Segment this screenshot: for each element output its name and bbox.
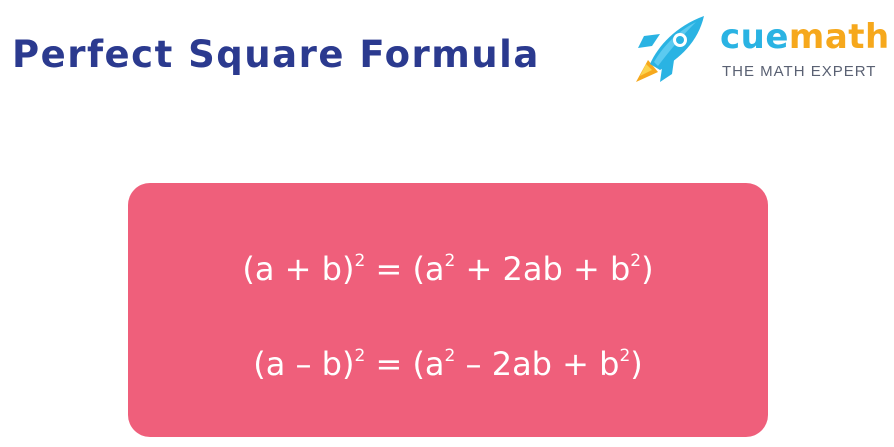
formula-difference-square: (a – b)2 = (a2 – 2ab + b2) (128, 345, 768, 383)
exponent: 2 (444, 346, 456, 366)
brand-name-cue: cue (720, 17, 789, 57)
exponent: 2 (630, 251, 642, 271)
exponent: 2 (354, 346, 366, 366)
formula-rhs-mid: – 2ab + b (465, 345, 620, 383)
exponent: 2 (444, 251, 456, 271)
exponent: 2 (619, 346, 631, 366)
brand-name-math: math (788, 17, 890, 57)
cuemath-logo: cuemath THE MATH EXPERT (630, 12, 889, 88)
formula-rhs-mid: + 2ab + b (465, 250, 631, 288)
formula-sum-square: (a + b)2 = (a2 + 2ab + b2) (128, 250, 768, 288)
exponent: 2 (354, 251, 366, 271)
formula-rhs-close: ) (630, 345, 643, 383)
formula-lhs: (a – b) (253, 345, 355, 383)
page: Perfect Square Formula cuemath THE MATH … (0, 0, 894, 447)
formula-card: (a + b)2 = (a2 + 2ab + b2) (a – b)2 = (a… (128, 183, 768, 437)
rocket-icon (636, 16, 704, 82)
page-title: Perfect Square Formula (12, 33, 540, 76)
formula-rhs-open: = (a (375, 250, 445, 288)
formula-rhs-close: ) (641, 250, 654, 288)
brand-tagline: THE MATH EXPERT (722, 63, 877, 80)
formula-lhs: (a + b) (242, 250, 355, 288)
formula-rhs-open: = (a (375, 345, 445, 383)
brand-name: cuemath (720, 20, 890, 54)
